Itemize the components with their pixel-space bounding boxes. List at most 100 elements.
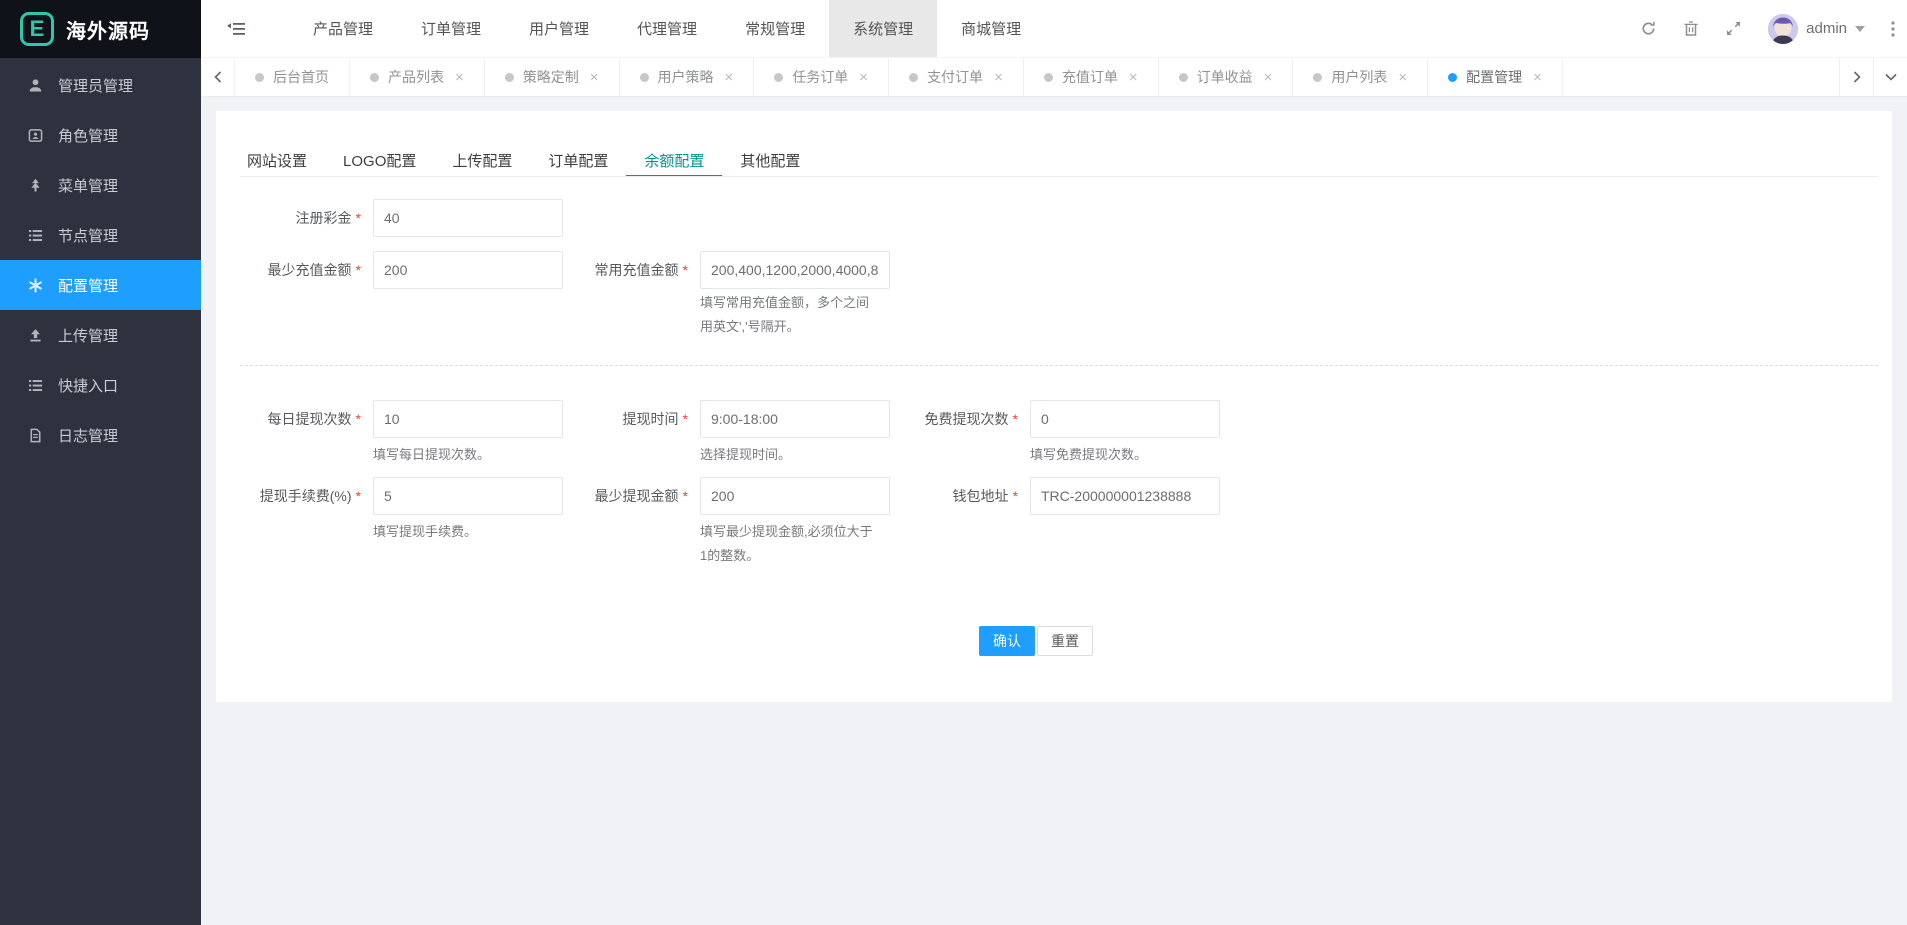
withdraw-fee-input[interactable] xyxy=(373,477,563,515)
close-icon[interactable]: × xyxy=(1129,70,1138,85)
tab-user-list[interactable]: 用户列表 × xyxy=(1293,58,1428,96)
role-icon xyxy=(28,128,43,143)
reset-button[interactable]: 重置 xyxy=(1037,626,1093,656)
common-recharge-hint: 填写常用充值金额，多个之间 用英文','号隔开。 xyxy=(700,291,869,339)
sidebar-item-label: 菜单管理 xyxy=(58,175,118,196)
wallet-address-input[interactable] xyxy=(1030,477,1220,515)
tab-dot xyxy=(255,73,264,82)
sidebar-item-upload[interactable]: 上传管理 xyxy=(0,310,201,360)
tab-label: 用户策略 xyxy=(658,67,714,87)
sidebar-item-node[interactable]: 节点管理 xyxy=(0,210,201,260)
sidebar-item-log[interactable]: 日志管理 xyxy=(0,410,201,460)
tab-home[interactable]: 后台首页 xyxy=(235,58,350,96)
field-free-withdraw-count: 免费提现次数* xyxy=(873,400,1220,438)
nav-general[interactable]: 常规管理 xyxy=(721,0,829,57)
required-mark: * xyxy=(356,262,361,278)
common-recharge-input[interactable] xyxy=(700,251,890,289)
tab-pay-order[interactable]: 支付订单 × xyxy=(889,58,1024,96)
close-icon[interactable]: × xyxy=(455,70,464,85)
config-tab-logo[interactable]: LOGO配置 xyxy=(325,145,434,176)
sidebar-item-role[interactable]: 角色管理 xyxy=(0,110,201,160)
nav-mall[interactable]: 商城管理 xyxy=(937,0,1045,57)
nav-user[interactable]: 用户管理 xyxy=(505,0,613,57)
field-label: 最少提现金额* xyxy=(543,486,688,506)
config-tab-order[interactable]: 订单配置 xyxy=(530,145,626,176)
tab-recharge-order[interactable]: 充值订单 × xyxy=(1024,58,1159,96)
config-tab-label: 上传配置 xyxy=(452,150,512,171)
close-icon[interactable]: × xyxy=(590,70,599,85)
field-label: 常用充值金额* xyxy=(543,260,688,280)
tabs-scroll-right-icon[interactable] xyxy=(1839,58,1873,96)
more-vertical-icon[interactable] xyxy=(1891,21,1895,37)
tab-label: 订单收益 xyxy=(1197,67,1253,87)
tree-icon xyxy=(28,178,43,193)
sidebar-item-admin[interactable]: 管理员管理 xyxy=(0,60,201,110)
sidebar-item-shortcut[interactable]: 快捷入口 xyxy=(0,360,201,410)
tab-label: 后台首页 xyxy=(273,67,329,87)
user-icon xyxy=(28,78,43,93)
field-label: 最少充值金额* xyxy=(216,260,361,280)
min-withdraw-input[interactable] xyxy=(700,477,890,515)
tabs-scroll-left-icon[interactable] xyxy=(201,58,235,96)
close-icon[interactable]: × xyxy=(1398,70,1407,85)
field-label: 钱包地址* xyxy=(873,486,1018,506)
tab-order-income[interactable]: 订单收益 × xyxy=(1159,58,1294,96)
withdraw-time-hint: 选择提现时间。 xyxy=(700,443,791,467)
confirm-button[interactable]: 确认 xyxy=(979,626,1035,656)
close-icon[interactable]: × xyxy=(725,70,734,85)
tab-config-manage[interactable]: 配置管理 × xyxy=(1428,58,1563,96)
free-withdraw-hint: 填写免费提现次数。 xyxy=(1030,443,1147,467)
required-mark: * xyxy=(1013,488,1018,504)
config-tab-label: 订单配置 xyxy=(548,150,608,171)
config-tab-upload[interactable]: 上传配置 xyxy=(434,145,530,176)
field-label: 提现时间* xyxy=(543,409,688,429)
config-tab-other[interactable]: 其他配置 xyxy=(722,145,818,176)
sidebar-item-menu[interactable]: 菜单管理 xyxy=(0,160,201,210)
min-recharge-input[interactable] xyxy=(373,251,563,289)
required-mark: * xyxy=(356,488,361,504)
top-nav: 产品管理 订单管理 用户管理 代理管理 常规管理 系统管理 商城管理 xyxy=(289,0,1045,57)
tab-label: 产品列表 xyxy=(388,67,444,87)
register-bonus-input[interactable] xyxy=(373,199,563,237)
close-icon[interactable]: × xyxy=(1264,70,1273,85)
log-icon xyxy=(28,428,43,443)
tabs-divider xyxy=(240,176,1878,177)
required-mark: * xyxy=(683,488,688,504)
config-tab-website[interactable]: 网站设置 xyxy=(229,145,325,176)
free-withdraw-count-input[interactable] xyxy=(1030,400,1220,438)
list-icon xyxy=(28,228,43,243)
tab-label: 用户列表 xyxy=(1331,67,1387,87)
tab-product-list[interactable]: 产品列表 × xyxy=(350,58,485,96)
daily-withdraw-count-input[interactable] xyxy=(373,400,563,438)
nav-label: 产品管理 xyxy=(313,18,373,39)
fullscreen-icon[interactable] xyxy=(1725,20,1742,37)
sidebar-item-label: 快捷入口 xyxy=(58,375,118,396)
nav-agent[interactable]: 代理管理 xyxy=(613,0,721,57)
nav-label: 系统管理 xyxy=(853,18,913,39)
close-icon[interactable]: × xyxy=(1533,70,1542,85)
nav-product[interactable]: 产品管理 xyxy=(289,0,397,57)
tab-label: 任务订单 xyxy=(792,67,848,87)
config-tab-balance[interactable]: 余额配置 xyxy=(626,145,722,176)
close-icon[interactable]: × xyxy=(994,70,1003,85)
withdraw-time-input[interactable] xyxy=(700,400,890,438)
field-label: 每日提现次数* xyxy=(216,409,361,429)
sidebar-collapse-icon[interactable] xyxy=(201,0,271,57)
field-withdraw-fee: 提现手续费(%)* xyxy=(216,477,563,515)
close-icon[interactable]: × xyxy=(859,70,868,85)
field-wallet-address: 钱包地址* xyxy=(873,477,1220,515)
refresh-icon[interactable] xyxy=(1640,20,1657,37)
tab-strategy-custom[interactable]: 策略定制 × xyxy=(485,58,620,96)
nav-label: 常规管理 xyxy=(745,18,805,39)
tab-user-strategy[interactable]: 用户策略 × xyxy=(620,58,755,96)
nav-order[interactable]: 订单管理 xyxy=(397,0,505,57)
tabs-menu-icon[interactable] xyxy=(1873,58,1907,96)
tab-task-order[interactable]: 任务订单 × xyxy=(754,58,889,96)
tab-dot xyxy=(370,73,379,82)
nav-system[interactable]: 系统管理 xyxy=(829,0,937,57)
user-menu[interactable]: admin xyxy=(1768,14,1865,44)
daily-withdraw-hint: 填写每日提现次数。 xyxy=(373,443,490,467)
sidebar-item-config[interactable]: 配置管理 xyxy=(0,260,201,310)
logo-text: 海外源码 xyxy=(66,15,150,44)
trash-icon[interactable] xyxy=(1683,20,1699,37)
